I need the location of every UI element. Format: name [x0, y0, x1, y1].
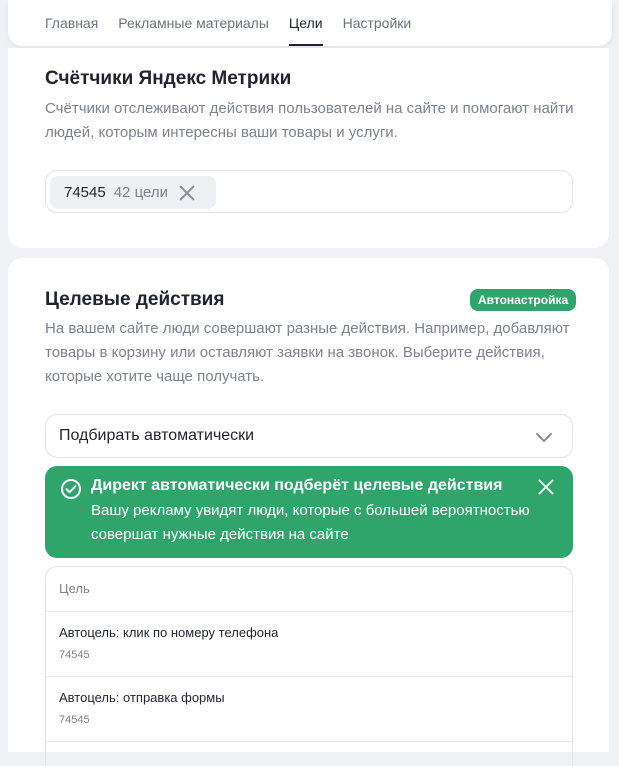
check-circle-icon: [61, 479, 81, 499]
counters-card: Счётчики Яндекс Метрики Счётчики отслежи…: [8, 48, 609, 248]
alert-close-icon[interactable]: [537, 478, 555, 496]
counter-chip: 74545 42 цели: [50, 176, 216, 209]
alert-title: Директ автоматически подберёт целевые де…: [91, 477, 503, 494]
counter-goals-count: 42 цели: [113, 184, 168, 201]
goals-table: Цель Автоцель: клик по номеру телефона 7…: [45, 566, 573, 766]
tab-ad-materials[interactable]: Рекламные материалы: [118, 0, 269, 46]
chevron-down-icon: [536, 433, 552, 442]
auto-goals-alert: Директ автоматически подберёт целевые де…: [45, 466, 573, 558]
top-nav: Главная Рекламные материалы Цели Настрой…: [8, 0, 612, 46]
goals-title: Целевые действия: [45, 289, 225, 310]
goal-counter: 74545: [59, 649, 90, 661]
counter-number: 74545: [64, 184, 106, 201]
goals-mode-select[interactable]: Подбирать автоматически: [45, 414, 573, 458]
counters-input[interactable]: 74545 42 цели: [45, 170, 573, 213]
alert-text: Вашу рекламу увидят люди, которые с боль…: [91, 502, 530, 543]
table-header-goal: Цель: [46, 567, 572, 612]
goal-name: Автоцель: отправка формы: [59, 690, 225, 705]
goal-name: Автоцель: клик по номеру телефона: [59, 625, 279, 640]
goals-mode-value: Подбирать автоматически: [59, 427, 255, 444]
counters-description: Счётчики отслеживают действия пользовате…: [45, 100, 574, 141]
table-row[interactable]: Автоцель: отправка формы 74545: [46, 677, 572, 742]
goals-description: На вашем сайте люди совершают разные дей…: [45, 320, 570, 385]
tab-main[interactable]: Главная: [45, 0, 98, 46]
table-row[interactable]: Автоцель: клик по номеру телефона 74545: [46, 612, 572, 677]
counters-title: Счётчики Яндекс Метрики: [45, 68, 292, 89]
tab-goals[interactable]: Цели: [288, 0, 323, 46]
tab-settings[interactable]: Настройки: [343, 0, 412, 46]
remove-counter-close-icon[interactable]: [178, 184, 196, 202]
autosetup-badge: Автонастройка: [470, 289, 577, 311]
goals-card: Целевые действия Автонастройка На вашем …: [8, 258, 609, 766]
goal-counter: 74545: [59, 714, 90, 726]
